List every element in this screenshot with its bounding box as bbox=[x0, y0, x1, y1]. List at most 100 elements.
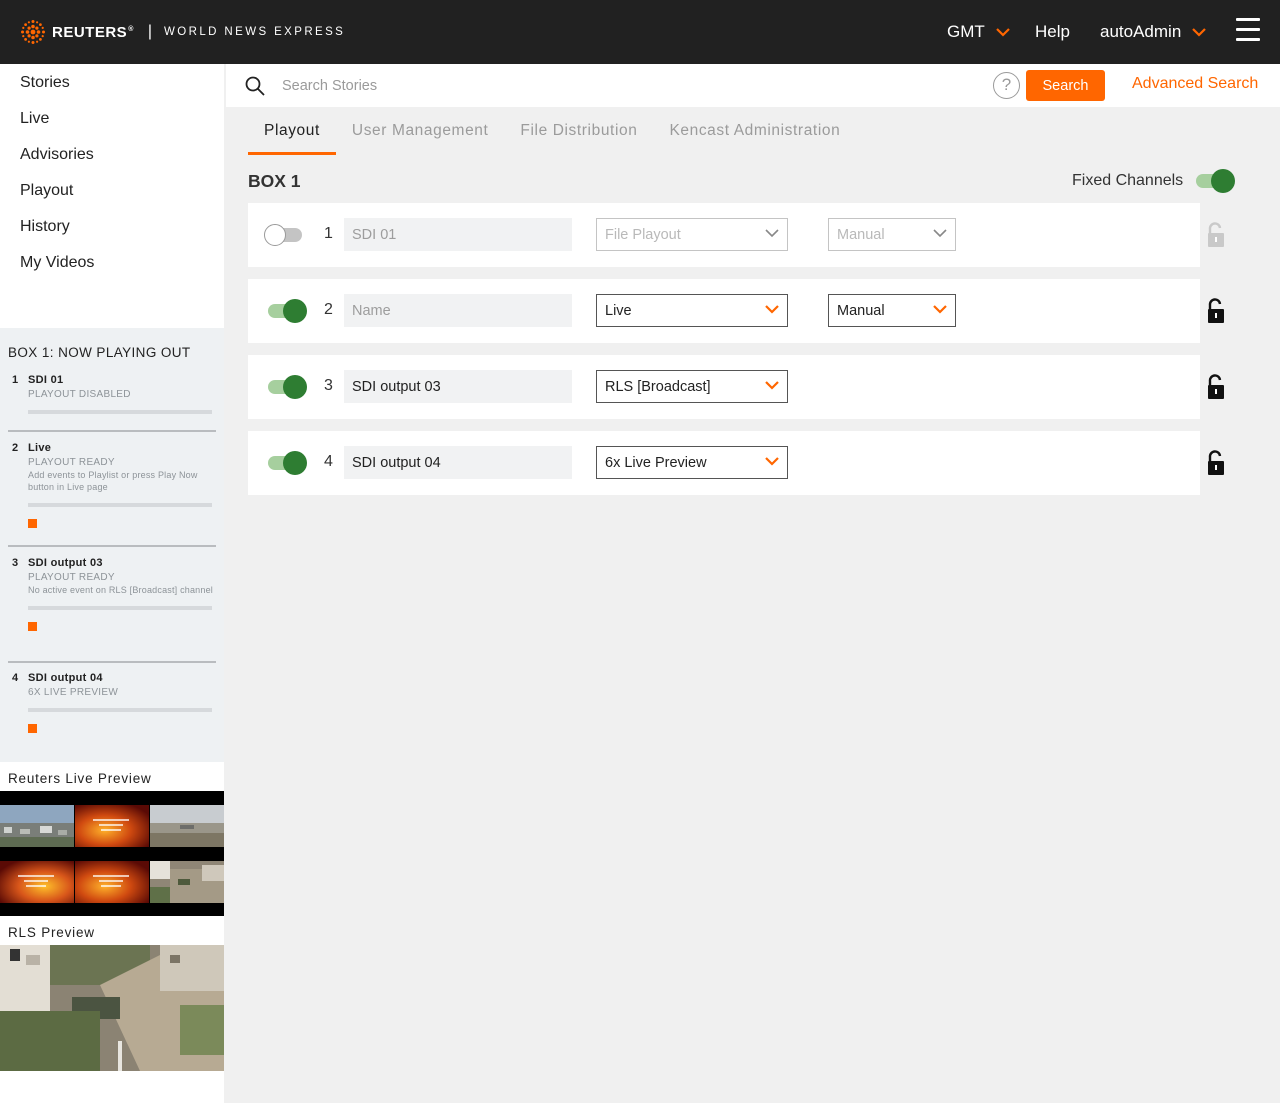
rls-preview-title: RLS Preview bbox=[8, 925, 95, 940]
progress-bar bbox=[28, 410, 212, 414]
tab-file-distribution[interactable]: File Distribution bbox=[520, 107, 637, 155]
unlock-icon[interactable] bbox=[1206, 374, 1226, 400]
now-playing-item[interactable]: 1 SDI 01 PLAYOUT DISABLED bbox=[8, 374, 216, 432]
channel-name-field[interactable] bbox=[344, 446, 572, 479]
channel-enable-toggle[interactable] bbox=[264, 223, 304, 247]
channel-enable-toggle[interactable] bbox=[266, 375, 307, 399]
mode-select-value: Manual bbox=[837, 226, 885, 243]
chevron-down-icon bbox=[765, 381, 779, 390]
channel-enable-toggle[interactable] bbox=[266, 451, 307, 475]
rls-preview-image[interactable] bbox=[0, 945, 224, 1071]
chevron-down-icon bbox=[765, 305, 779, 314]
progress-bar bbox=[28, 708, 212, 712]
sidebar-item-my-videos[interactable]: My Videos bbox=[0, 245, 224, 281]
now-playing-panel: BOX 1: NOW PLAYING OUT 1 SDI 01 PLAYOUT … bbox=[0, 328, 224, 762]
chevron-down-icon bbox=[933, 229, 947, 238]
status-indicator bbox=[28, 622, 37, 631]
preview-thumbnail bbox=[150, 805, 224, 847]
preview-thumbnail bbox=[0, 805, 74, 847]
chevron-down-icon bbox=[765, 229, 779, 238]
mode-select[interactable]: Manual bbox=[828, 294, 956, 327]
channel-row: 1 File Playout Manual bbox=[248, 203, 1232, 267]
channel-status: PLAYOUT READY bbox=[28, 457, 115, 468]
brand-tagline: WORLD NEWS EXPRESS bbox=[164, 26, 346, 38]
reuters-logo[interactable]: REUTERS® | WORLD NEWS EXPRESS bbox=[20, 19, 345, 45]
channel-message: Add events to Playlist or press Play Now… bbox=[28, 470, 198, 492]
user-name: autoAdmin bbox=[1100, 22, 1182, 41]
now-playing-item[interactable]: 2 Live PLAYOUT READY Add events to Playl… bbox=[8, 432, 216, 547]
channel-name: Live bbox=[28, 442, 52, 454]
help-icon[interactable]: ? bbox=[993, 72, 1020, 99]
live-preview-title: Reuters Live Preview bbox=[8, 771, 152, 786]
now-playing-item[interactable]: 3 SDI output 03 PLAYOUT READY No active … bbox=[8, 547, 216, 663]
now-playing-item[interactable]: 4 SDI output 04 6X LIVE PREVIEW bbox=[8, 663, 216, 753]
status-indicator bbox=[28, 519, 37, 528]
preview-thumbnail bbox=[75, 861, 149, 903]
progress-bar bbox=[28, 606, 212, 610]
progress-bar bbox=[28, 503, 212, 507]
preview-thumbnail bbox=[150, 861, 224, 903]
source-select[interactable]: Live bbox=[596, 294, 788, 327]
tab-kencast-administration[interactable]: Kencast Administration bbox=[669, 107, 840, 155]
channel-number: 1 bbox=[12, 374, 19, 386]
help-link[interactable]: Help bbox=[1035, 0, 1070, 64]
chevron-down-icon bbox=[933, 305, 947, 314]
channel-name: SDI 01 bbox=[28, 374, 64, 386]
now-playing-title: BOX 1: NOW PLAYING OUT bbox=[8, 345, 191, 360]
unlock-icon[interactable] bbox=[1206, 222, 1226, 248]
channel-status: 6X LIVE PREVIEW bbox=[28, 687, 119, 698]
channel-number: 4 bbox=[324, 453, 333, 470]
brand-name: REUTERS® bbox=[52, 23, 134, 41]
tab-playout[interactable]: Playout bbox=[248, 107, 336, 155]
hamburger-menu-icon[interactable] bbox=[1236, 18, 1260, 42]
channel-number: 3 bbox=[12, 557, 19, 569]
channel-number: 1 bbox=[324, 225, 333, 242]
sidebar-item-advisories[interactable]: Advisories bbox=[0, 137, 224, 173]
search-button[interactable]: Search bbox=[1026, 70, 1105, 101]
chevron-down-icon bbox=[765, 457, 779, 466]
channel-name-field[interactable] bbox=[344, 370, 572, 403]
tab-user-management[interactable]: User Management bbox=[352, 107, 489, 155]
status-indicator bbox=[28, 724, 37, 733]
source-select-value: File Playout bbox=[605, 226, 681, 243]
timezone-menu[interactable]: GMT bbox=[947, 0, 1011, 64]
source-select[interactable]: File Playout bbox=[596, 218, 788, 251]
channel-number: 4 bbox=[12, 672, 19, 684]
search-input[interactable] bbox=[282, 72, 982, 100]
sidebar-item-live[interactable]: Live bbox=[0, 101, 224, 137]
channel-row: 4 6x Live Preview bbox=[248, 431, 1232, 495]
fixed-channels-label: Fixed Channels bbox=[1072, 172, 1184, 189]
source-select[interactable]: RLS [Broadcast] bbox=[596, 370, 788, 403]
user-menu[interactable]: autoAdmin bbox=[1100, 0, 1207, 64]
reuters-dots-icon bbox=[21, 20, 45, 44]
search-icon[interactable] bbox=[245, 76, 265, 96]
fixed-channels-toggle[interactable] bbox=[1194, 169, 1235, 193]
sidebar-item-stories[interactable]: Stories bbox=[0, 65, 224, 101]
chevron-down-icon bbox=[996, 28, 1010, 37]
advanced-search-link[interactable]: Advanced Search bbox=[1132, 75, 1258, 93]
mode-select[interactable]: Manual bbox=[828, 218, 956, 251]
search-bar: ? Search Advanced Search bbox=[226, 64, 1280, 107]
admin-tabs: Playout User Management File Distributio… bbox=[248, 107, 872, 155]
channel-row: 3 RLS [Broadcast] bbox=[248, 355, 1232, 419]
source-select-value: 6x Live Preview bbox=[605, 454, 707, 471]
channel-status: PLAYOUT DISABLED bbox=[28, 389, 131, 400]
channel-message: No active event on RLS [Broadcast] chann… bbox=[28, 585, 214, 595]
box-title: BOX 1 bbox=[248, 171, 301, 191]
source-select[interactable]: 6x Live Preview bbox=[596, 446, 788, 479]
sidebar-item-history[interactable]: History bbox=[0, 209, 224, 245]
preview-thumbnail bbox=[0, 861, 74, 903]
sidebar-nav: Stories Live Advisories Playout History … bbox=[0, 64, 224, 281]
live-preview-grid[interactable] bbox=[0, 791, 224, 916]
channel-status: PLAYOUT READY bbox=[28, 572, 115, 583]
channel-enable-toggle[interactable] bbox=[266, 299, 307, 323]
channel-number: 2 bbox=[12, 442, 19, 454]
sidebar-item-playout[interactable]: Playout bbox=[0, 173, 224, 209]
source-select-value: Live bbox=[605, 302, 632, 319]
channel-name-field[interactable] bbox=[344, 294, 572, 327]
unlock-icon[interactable] bbox=[1206, 450, 1226, 476]
channel-name-field[interactable] bbox=[344, 218, 572, 251]
timezone-label: GMT bbox=[947, 22, 985, 41]
brand-separator: | bbox=[147, 23, 153, 40]
unlock-icon[interactable] bbox=[1206, 298, 1226, 324]
